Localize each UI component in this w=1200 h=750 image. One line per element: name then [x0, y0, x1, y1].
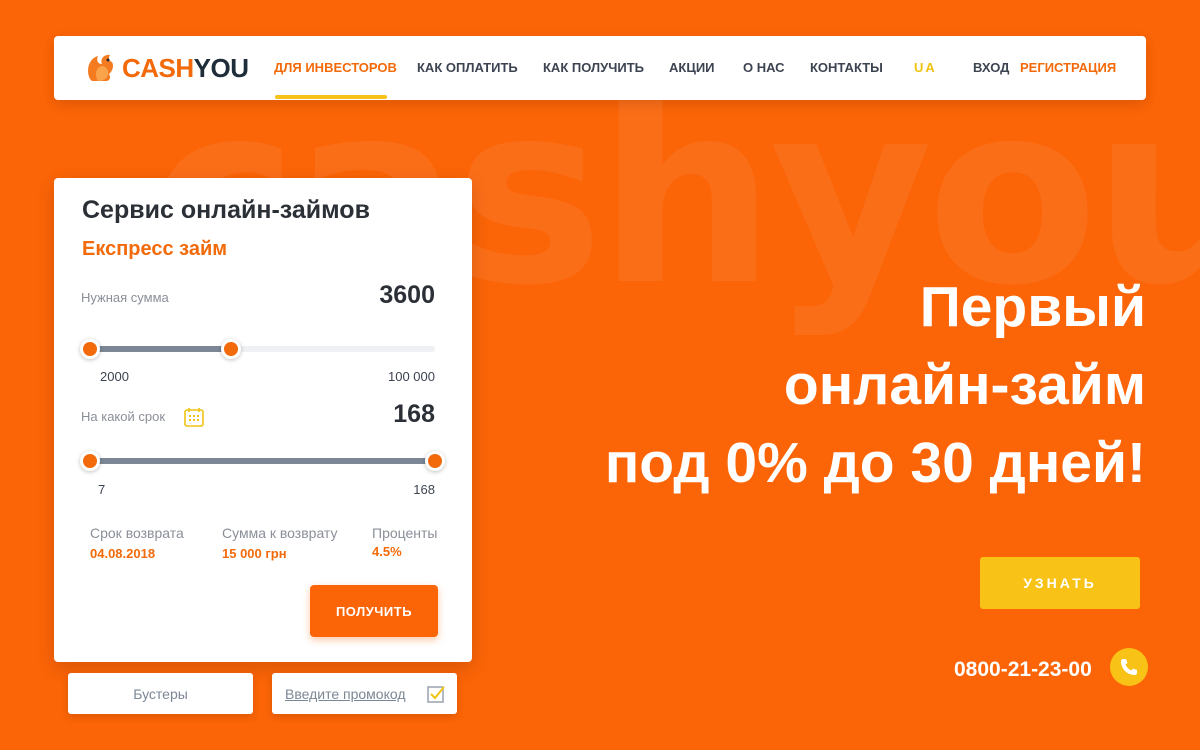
logo[interactable]: CASHYOU — [84, 50, 249, 86]
calendar-icon[interactable] — [183, 406, 205, 428]
nav-contacts[interactable]: КОНТАКТЫ — [810, 60, 883, 75]
term-label: На какой срок — [81, 409, 166, 424]
amount-slider-min-handle[interactable] — [80, 339, 100, 359]
phone-icon[interactable] — [1110, 648, 1148, 686]
nav-promotions[interactable]: АКЦИИ — [669, 60, 715, 75]
return-date-value: 04.08.2018 — [90, 546, 156, 561]
login-link[interactable]: ВХОД — [973, 60, 1009, 75]
hero-line-2: онлайн-займ — [783, 353, 1146, 417]
loan-calculator-card: Сервис онлайн-займов Експресс займ Нужна… — [54, 178, 472, 662]
register-link[interactable]: РЕГИСТРАЦИЯ — [1020, 60, 1116, 75]
term-slider-track[interactable] — [90, 458, 435, 464]
term-slider-fill — [90, 458, 435, 464]
hero-headline: Первый онлайн-займ под 0% до 30 дней! — [506, 268, 1146, 502]
phone-number[interactable]: 0800-21-23-00 — [954, 658, 1092, 682]
amount-slider-fill — [90, 346, 232, 352]
return-sum-label: Сумма к возврату — [222, 525, 338, 541]
amount-value: 3600 — [379, 281, 435, 309]
top-header: CASHYOU ДЛЯ ИНВЕСТОРОВ КАК ОПЛАТИТЬ КАК … — [54, 36, 1146, 100]
amount-label: Нужная сумма — [81, 290, 169, 305]
logo-text-cash: CASH — [122, 52, 194, 83]
nav-how-to-get[interactable]: КАК ПОЛУЧИТЬ — [543, 60, 644, 75]
nav-about[interactable]: О НАС — [743, 60, 785, 75]
term-slider-min-handle[interactable] — [80, 451, 100, 471]
amount-slider-track[interactable] — [90, 346, 435, 352]
squirrel-logo-icon — [88, 54, 113, 81]
get-loan-button[interactable]: ПОЛУЧИТЬ — [310, 585, 438, 637]
term-min-label: 7 — [98, 482, 106, 497]
active-nav-underline — [275, 95, 387, 99]
card-subtitle: Експресс займ — [82, 238, 228, 260]
interest-value: 4.5% — [372, 544, 402, 559]
language-switch[interactable]: UA — [914, 60, 937, 75]
amount-min-label: 2000 — [100, 369, 129, 384]
logo-text-you: YOU — [193, 52, 249, 83]
term-max-label: 168 — [413, 482, 435, 497]
return-date-label: Срок возврата — [90, 525, 184, 541]
interest-label: Проценты — [372, 525, 438, 541]
nav-how-to-pay[interactable]: КАК ОПЛАТИТЬ — [417, 60, 518, 75]
term-value: 168 — [393, 400, 435, 428]
hero-line-1: Первый — [919, 275, 1146, 339]
return-sum-value: 15 000 грн — [222, 546, 287, 561]
hero-line-3: под 0% до 30 дней! — [604, 431, 1146, 495]
promo-code-placeholder: Введите промокод — [285, 685, 406, 702]
term-slider-handle[interactable] — [425, 451, 445, 471]
learn-more-button[interactable]: УЗНАТЬ — [980, 557, 1140, 609]
amount-slider-handle[interactable] — [221, 339, 242, 359]
checkbox-icon[interactable] — [427, 684, 446, 703]
nav-for-investors[interactable]: ДЛЯ ИНВЕСТОРОВ — [274, 60, 397, 75]
card-title: Сервис онлайн-займов — [82, 196, 370, 224]
promo-code-field[interactable]: Введите промокод — [272, 673, 457, 714]
amount-max-label: 100 000 — [388, 369, 435, 384]
boosters-button[interactable]: Бустеры — [68, 673, 253, 714]
